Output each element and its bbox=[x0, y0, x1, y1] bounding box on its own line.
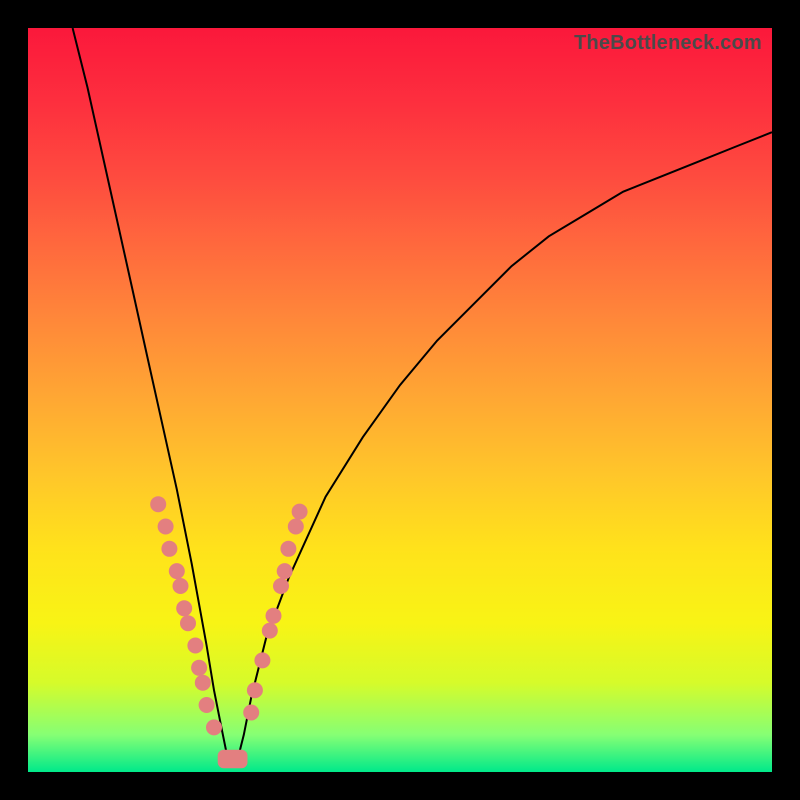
chart-overlay bbox=[28, 28, 772, 772]
highlight-dot bbox=[187, 638, 203, 654]
plot-area: TheBottleneck.com bbox=[28, 28, 772, 772]
valley-marker bbox=[218, 750, 248, 769]
highlight-dot bbox=[288, 519, 304, 535]
highlight-dot bbox=[161, 541, 177, 557]
highlight-dots-group bbox=[150, 496, 307, 735]
highlight-dot bbox=[206, 719, 222, 735]
bottleneck-curve bbox=[73, 28, 772, 765]
highlight-dot bbox=[243, 705, 259, 721]
highlight-dot bbox=[199, 697, 215, 713]
highlight-dot bbox=[176, 600, 192, 616]
highlight-dot bbox=[254, 652, 270, 668]
highlight-dot bbox=[158, 519, 174, 535]
highlight-dot bbox=[195, 675, 211, 691]
highlight-dot bbox=[169, 563, 185, 579]
highlight-dot bbox=[262, 623, 278, 639]
highlight-dot bbox=[280, 541, 296, 557]
highlight-dot bbox=[150, 496, 166, 512]
highlight-dot bbox=[191, 660, 207, 676]
highlight-dot bbox=[173, 578, 189, 594]
highlight-dot bbox=[292, 504, 308, 520]
highlight-dot bbox=[266, 608, 282, 624]
chart-frame: TheBottleneck.com bbox=[0, 0, 800, 800]
highlight-dot bbox=[273, 578, 289, 594]
highlight-dot bbox=[180, 615, 196, 631]
highlight-dot bbox=[277, 563, 293, 579]
highlight-dot bbox=[247, 682, 263, 698]
